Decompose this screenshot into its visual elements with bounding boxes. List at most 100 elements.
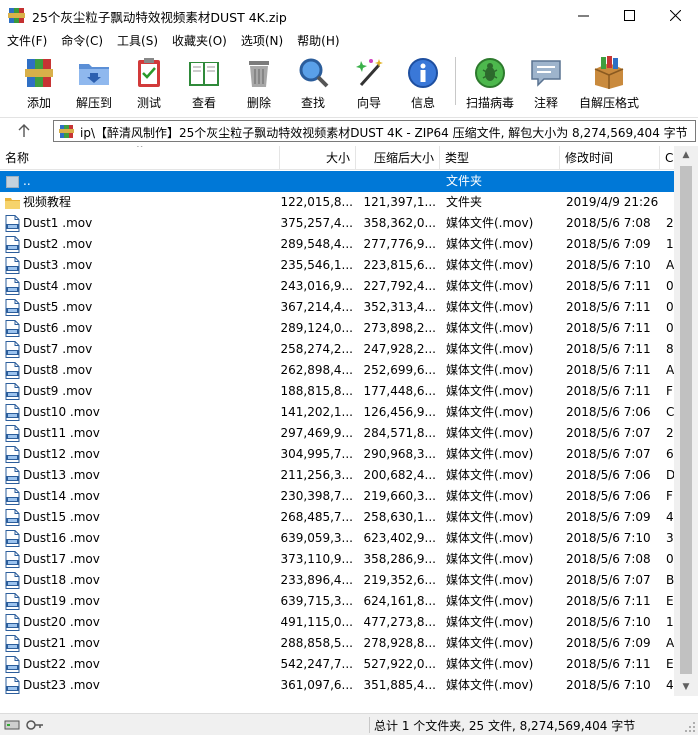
row-name: .. bbox=[23, 174, 31, 188]
file-row[interactable]: Dust7 .mov 258,274,2... 247,928,2... 媒体文件(.… bbox=[0, 339, 674, 360]
row-packed-size: 290,968,3... bbox=[363, 447, 436, 461]
mov-file-icon bbox=[5, 404, 20, 421]
row-modified: 2018/5/6 7:11 bbox=[566, 363, 651, 377]
vertical-scrollbar[interactable]: ▲ ▼ bbox=[674, 146, 698, 696]
row-modified: 2018/5/6 7:09 bbox=[566, 636, 651, 650]
scan-virus-label: 扫描病毒 bbox=[465, 96, 514, 110]
column-crc-label: C bbox=[665, 151, 674, 165]
extract-to-label: 解压到 bbox=[75, 96, 112, 110]
column-modified[interactable]: 修改时间 bbox=[560, 146, 660, 170]
file-row[interactable]: Dust1 .mov 375,257,4... 358,362,0... 媒体文件(.… bbox=[0, 213, 674, 234]
file-row[interactable]: Dust15 .mov 268,485,7... 258,630,1... 媒体文件(… bbox=[0, 507, 674, 528]
delete-button[interactable]: 删除 bbox=[238, 53, 280, 111]
menu-help[interactable]: 帮助(H) bbox=[290, 31, 346, 51]
parent-folder-row[interactable]: .. 文件夹 bbox=[0, 171, 674, 192]
file-row[interactable]: Dust22 .mov 542,247,7... 527,922,0... 媒体文件(… bbox=[0, 654, 674, 675]
row-type: 文件夹 bbox=[446, 195, 483, 209]
column-type-label: 类型 bbox=[445, 151, 470, 165]
menu-favorites[interactable]: 收藏夹(O) bbox=[165, 31, 234, 51]
row-packed-size: 121,397,1... bbox=[363, 195, 436, 209]
file-row[interactable]: Dust11 .mov 297,469,9... 284,571,8... 媒体文件(… bbox=[0, 423, 674, 444]
menu-commands[interactable]: 命令(C) bbox=[54, 31, 110, 51]
comment-button[interactable]: 注释 bbox=[525, 53, 567, 111]
file-row[interactable]: Dust10 .mov 141,202,1... 126,456,9... 媒体文件(… bbox=[0, 402, 674, 423]
file-row[interactable]: Dust23 .mov 361,097,6... 351,885,4... 媒体文件(… bbox=[0, 675, 674, 696]
row-modified: 2018/5/6 7:10 bbox=[566, 258, 651, 272]
file-row[interactable]: Dust9 .mov 188,815,8... 177,448,6... 媒体文件(.… bbox=[0, 381, 674, 402]
extract-to-button[interactable]: 解压到 bbox=[70, 53, 118, 111]
file-row[interactable]: Dust18 .mov 233,896,4... 219,352,6... 媒体文件(… bbox=[0, 570, 674, 591]
file-row[interactable]: Dust12 .mov 304,995,7... 290,968,3... 媒体文件(… bbox=[0, 444, 674, 465]
file-row[interactable]: Dust19 .mov 639,715,3... 624,161,8... 媒体文件(… bbox=[0, 591, 674, 612]
column-size[interactable]: 大小 bbox=[280, 146, 356, 170]
row-size: 211,256,3... bbox=[280, 468, 353, 482]
row-type: 媒体文件(.mov) bbox=[446, 300, 534, 314]
row-modified: 2018/5/6 7:07 bbox=[566, 426, 651, 440]
file-row[interactable]: Dust5 .mov 367,214,4... 352,313,4... 媒体文件(.… bbox=[0, 297, 674, 318]
row-size: 361,097,6... bbox=[280, 678, 353, 692]
maximize-button[interactable] bbox=[606, 0, 652, 31]
file-row[interactable]: Dust17 .mov 373,110,9... 358,286,9... 媒体文件(… bbox=[0, 549, 674, 570]
column-type[interactable]: 类型 bbox=[440, 146, 560, 170]
view-button[interactable]: 查看 bbox=[180, 53, 228, 111]
info-button[interactable]: 信息 bbox=[402, 53, 444, 111]
file-row[interactable]: Dust6 .mov 289,124,0... 273,898,2... 媒体文件(.… bbox=[0, 318, 674, 339]
address-bar: ip\【醉清风制作】25个灰尘粒子飘动特效视频素材DUST 4K - ZIP64… bbox=[0, 117, 698, 143]
row-modified: 2018/5/6 7:07 bbox=[566, 573, 651, 587]
close-button[interactable] bbox=[652, 0, 698, 31]
up-level-button[interactable] bbox=[14, 121, 34, 141]
scroll-up-icon[interactable]: ▲ bbox=[674, 146, 698, 164]
scroll-down-icon[interactable]: ▼ bbox=[674, 678, 698, 696]
toolbar: 添加 解压到 测试 查看 删除 查找 向导 信息 扫描病毒 注释 自解压格式 bbox=[0, 51, 698, 115]
winrar-app-icon[interactable] bbox=[8, 7, 25, 24]
row-type: 媒体文件(.mov) bbox=[446, 552, 534, 566]
file-row[interactable]: Dust8 .mov 262,898,4... 252,699,6... 媒体文件(.… bbox=[0, 360, 674, 381]
add-button[interactable]: 添加 bbox=[18, 53, 60, 111]
row-packed-size: 227,792,4... bbox=[363, 279, 436, 293]
column-packed[interactable]: 压缩后大小 bbox=[356, 146, 440, 170]
row-modified bbox=[566, 171, 660, 192]
mov-file-icon bbox=[5, 509, 20, 526]
file-row[interactable]: Dust4 .mov 243,016,9... 227,792,4... 媒体文件(.… bbox=[0, 276, 674, 297]
sfx-button[interactable]: 自解压格式 bbox=[576, 53, 642, 111]
scroll-thumb[interactable] bbox=[680, 166, 692, 674]
row-size: 373,110,9... bbox=[280, 552, 353, 566]
row-name: 视频教程 bbox=[23, 195, 72, 209]
menu-file[interactable]: 文件(F) bbox=[0, 31, 54, 51]
test-button[interactable]: 测试 bbox=[128, 53, 170, 111]
resize-grip-icon[interactable] bbox=[684, 721, 696, 733]
path-field[interactable]: ip\【醉清风制作】25个灰尘粒子飘动特效视频素材DUST 4K - ZIP64… bbox=[53, 120, 696, 142]
wizard-button[interactable]: 向导 bbox=[348, 53, 390, 111]
test-clipboard-icon bbox=[138, 58, 160, 87]
sfx-box-icon bbox=[594, 56, 624, 89]
column-name-label: 名称 bbox=[5, 151, 30, 165]
minimize-button[interactable] bbox=[560, 0, 606, 31]
row-packed-size: 624,161,8... bbox=[363, 594, 436, 608]
scan-virus-button[interactable]: 扫描病毒 bbox=[462, 53, 518, 111]
row-type: 媒体文件(.mov) bbox=[446, 636, 534, 650]
toolbar-separator bbox=[455, 57, 456, 105]
file-row[interactable]: Dust16 .mov 639,059,3... 623,402,9... 媒体文件(… bbox=[0, 528, 674, 549]
row-type: 媒体文件(.mov) bbox=[446, 468, 534, 482]
row-modified: 2018/5/6 7:10 bbox=[566, 678, 651, 692]
folder-row[interactable]: 视频教程 122,015,8... 121,397,1... 文件夹 2019/4/9 … bbox=[0, 192, 674, 213]
mov-file-icon bbox=[5, 656, 20, 673]
row-modified: 2018/5/6 7:11 bbox=[566, 384, 651, 398]
row-type: 媒体文件(.mov) bbox=[446, 531, 534, 545]
file-row[interactable]: Dust20 .mov 491,115,0... 477,273,8... 媒体文件(… bbox=[0, 612, 674, 633]
row-name: Dust8 .mov bbox=[23, 363, 93, 377]
row-packed-size: 284,571,8... bbox=[363, 426, 436, 440]
file-row[interactable]: Dust21 .mov 288,858,5... 278,928,8... 媒体文件(… bbox=[0, 633, 674, 654]
file-row[interactable]: Dust14 .mov 230,398,7... 219,660,3... 媒体文件(… bbox=[0, 486, 674, 507]
file-row[interactable]: Dust2 .mov 289,548,4... 277,776,9... 媒体文件(.… bbox=[0, 234, 674, 255]
menu-tools[interactable]: 工具(S) bbox=[110, 31, 165, 51]
row-size: 188,815,8... bbox=[280, 384, 353, 398]
row-packed-size: 177,448,6... bbox=[363, 384, 436, 398]
row-packed-size: 126,456,9... bbox=[363, 405, 436, 419]
file-row[interactable]: Dust3 .mov 235,546,1... 223,815,6... 媒体文件(.… bbox=[0, 255, 674, 276]
row-modified: 2018/5/6 7:11 bbox=[566, 321, 651, 335]
row-size: 639,715,3... bbox=[280, 594, 353, 608]
find-button[interactable]: 查找 bbox=[292, 53, 334, 111]
file-row[interactable]: Dust13 .mov 211,256,3... 200,682,4... 媒体文件(… bbox=[0, 465, 675, 486]
menu-options[interactable]: 选项(N) bbox=[234, 31, 290, 51]
